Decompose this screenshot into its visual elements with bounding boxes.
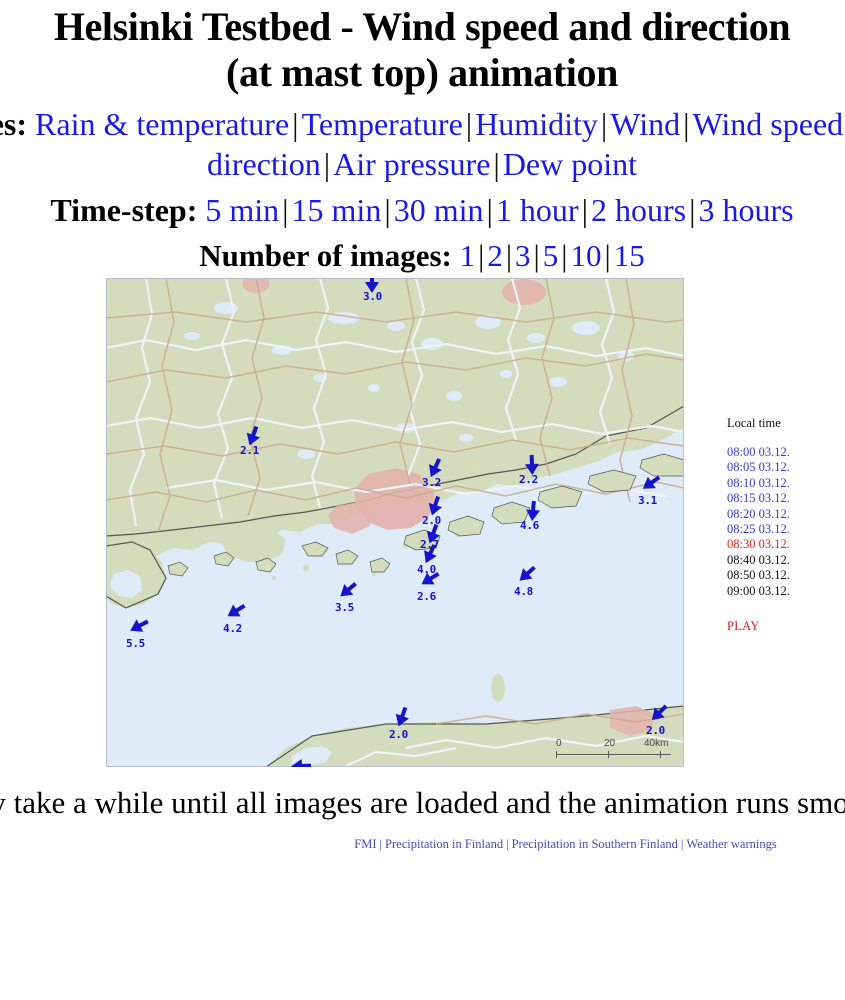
count-nav-item-2[interactable]: 2	[487, 238, 503, 273]
wind-speed-value: 5.5	[126, 637, 145, 650]
nav-separator: |	[478, 238, 485, 273]
scalebar-tick-20: 20	[604, 738, 616, 749]
nav-separator: |	[486, 192, 493, 228]
animation-area: 3.0 2.1 3.2 2.2 2.0 3.1 2.7 4.6 4.0 2.6 …	[0, 276, 845, 781]
count-nav-item-10[interactable]: 10	[570, 238, 601, 273]
nav-separator: |	[493, 146, 500, 182]
wind-speed-value: 2.2	[519, 473, 538, 486]
page-root: Helsinki Testbed - Wind speed and direct…	[0, 0, 845, 823]
count-nav-label: Number of images:	[199, 238, 452, 273]
scalebar-tick-0: 0	[556, 738, 562, 749]
time-item-0825[interactable]: 08:25 03.12.	[727, 522, 845, 537]
timestep-nav-item-15min[interactable]: 15 min	[292, 192, 382, 228]
images-nav-item-humidity[interactable]: Humidity	[475, 106, 598, 142]
wind-speed-value: 2.1	[240, 444, 259, 457]
map-scalebar: 0 20 40km	[556, 738, 671, 758]
images-nav-item-wind-speed[interactable]: Wind speed	[692, 106, 843, 142]
wind-speed-value: 4.2	[223, 622, 242, 635]
footer-link-precipitation-finland[interactable]: Precipitation in Finland	[385, 837, 503, 851]
images-nav-item-dew-point[interactable]: Dew point	[503, 146, 637, 182]
play-button[interactable]: PLAY	[727, 619, 845, 634]
page-title-line1: Helsinki Testbed - Wind speed and direct…	[53, 4, 791, 49]
time-item-0900: 09:00 03.12.	[727, 583, 790, 598]
wind-speed-value: 3.1	[638, 494, 657, 507]
scalebar-tick-40: 40km	[644, 738, 669, 749]
wind-speed-value: 3.5	[335, 601, 354, 614]
scalebar-bar	[556, 754, 671, 756]
count-nav-item-15[interactable]: 15	[614, 238, 645, 273]
wind-speed-value: 2.0	[389, 728, 408, 741]
page-title-line2: (at mast top) animation	[226, 50, 618, 95]
nav-separator: |	[282, 192, 289, 228]
scalebar-labels: 0 20 40km	[556, 738, 671, 751]
nav-separator: |	[384, 192, 391, 228]
images-nav: Images: Rain & temperature|Temperature|H…	[0, 98, 845, 184]
timestep-nav-label: Time-step:	[50, 192, 198, 228]
timestep-nav-item-30min[interactable]: 30 min	[394, 192, 484, 228]
nav-separator: |	[581, 192, 588, 228]
time-item-0820[interactable]: 08:20 03.12.	[727, 507, 845, 522]
nav-separator: |	[505, 238, 513, 273]
nav-separator: |	[600, 106, 608, 142]
images-nav-item-wind[interactable]: Wind	[610, 106, 680, 142]
nav-separator: |	[561, 238, 568, 273]
count-nav-item-5[interactable]: 5	[543, 238, 559, 273]
footer-links: FMI | Precipitation in Finland | Precipitati…	[143, 823, 845, 852]
wind-speed-value: 3.0	[363, 290, 382, 303]
images-nav-label: Images:	[0, 106, 28, 142]
timestep-nav-item-3hours[interactable]: 3 hours	[698, 192, 793, 228]
images-nav-item-air-pressure[interactable]: Air pressure	[333, 146, 490, 182]
footer-separator: |	[506, 837, 509, 851]
timestep-nav-item-1hour[interactable]: 1 hour	[496, 192, 579, 228]
wind-speed-value: 4.6	[520, 519, 539, 532]
nav-separator: |	[604, 238, 611, 273]
page-title: Helsinki Testbed - Wind speed and direct…	[0, 0, 845, 98]
scalebar-tick-mark	[608, 751, 610, 758]
time-item-0850: 08:50 03.12.	[727, 568, 790, 583]
weather-map[interactable]: 3.0 2.1 3.2 2.2 2.0 3.1 2.7 4.6 4.0 2.6 …	[106, 278, 684, 767]
time-item-0800[interactable]: 08:00 03.12.	[727, 445, 845, 460]
nav-separator: |	[533, 238, 540, 273]
nav-separator: |	[465, 106, 473, 142]
time-item-0810[interactable]: 08:10 03.12.	[727, 476, 845, 491]
time-panel-header: Local time	[727, 416, 781, 430]
footer-link-fmi[interactable]: FMI	[354, 837, 376, 851]
scalebar-tick-mark	[660, 751, 662, 758]
wind-speed-value: 4.8	[514, 585, 533, 598]
map-canvas	[106, 278, 684, 767]
nav-separator: |	[292, 106, 299, 142]
scalebar-tick-mark	[556, 751, 558, 758]
wind-arrow-icon	[291, 758, 312, 767]
time-item-0840: 08:40 03.12.	[727, 552, 790, 567]
images-nav-item-rain-temperature[interactable]: Rain & temperature	[35, 106, 289, 142]
count-nav-item-1[interactable]: 1	[460, 238, 476, 273]
time-item-0815[interactable]: 08:15 03.12.	[727, 491, 845, 506]
time-item-0805[interactable]: 08:05 03.12.	[727, 460, 845, 475]
images-nav-item-temperature[interactable]: Temperature	[302, 106, 463, 142]
timestep-nav: Time-step: 5 min|15 min|30 min|1 hour|2 …	[0, 184, 845, 230]
nav-separator: |	[323, 146, 331, 182]
footer-link-weather-warnings[interactable]: Weather warnings	[686, 837, 776, 851]
nav-separator: |	[689, 192, 696, 228]
wind-speed-value: 2.0	[646, 724, 665, 737]
footer-separator: |	[379, 837, 383, 851]
loading-note: It may take a while until all images are…	[0, 785, 845, 820]
timestep-nav-item-2hours[interactable]: 2 hours	[591, 192, 686, 228]
count-nav-item-3[interactable]: 3	[515, 238, 531, 273]
timestep-nav-item-5min[interactable]: 5 min	[205, 192, 279, 228]
wind-speed-value: 3.2	[422, 476, 441, 489]
scalebar-line	[556, 751, 671, 758]
time-panel: Local time 08:00 03.12. 08:05 03.12. 08:…	[727, 416, 845, 634]
footer-link-precipitation-southern-finland[interactable]: Precipitation in Southern Finland	[512, 837, 678, 851]
time-item-0830-current[interactable]: 08:30 03.12.	[727, 537, 845, 552]
nav-separator: |	[683, 106, 690, 142]
count-nav: Number of images: 1|2|3|5|10|15	[0, 230, 845, 276]
wind-speed-value: 2.6	[417, 590, 436, 603]
